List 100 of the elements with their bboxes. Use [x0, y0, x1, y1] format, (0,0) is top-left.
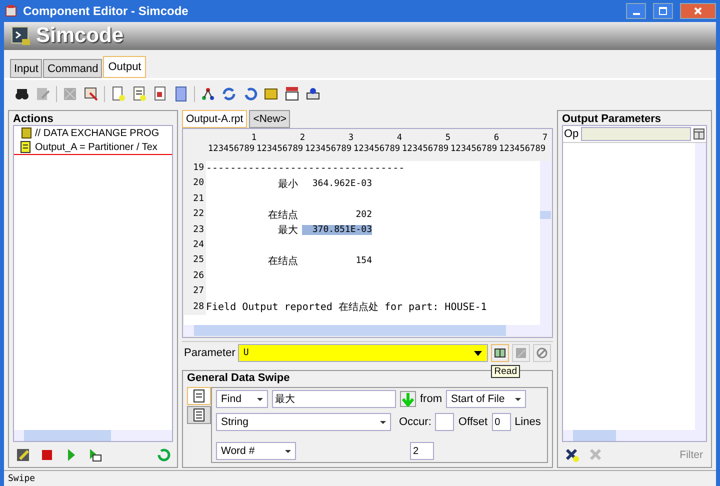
maximize-button[interactable]: [653, 3, 673, 19]
line-number: 25: [184, 253, 206, 269]
caret-icon: [515, 398, 521, 404]
vertical-scrollbar[interactable]: [695, 143, 706, 430]
vertical-scrollbar[interactable]: [540, 161, 551, 325]
report-value: 202: [354, 210, 372, 220]
from-dropdown[interactable]: Start of File: [446, 390, 526, 408]
java-icon[interactable]: [284, 86, 300, 102]
report-value: 364.962E-03: [311, 179, 372, 190]
ruler-number: 3: [347, 133, 354, 144]
ruler-digits: 123456789: [208, 144, 256, 155]
lines-label: Lines: [514, 416, 541, 428]
page-icon[interactable]: [152, 86, 168, 102]
line-number: 26: [184, 268, 206, 284]
step-icon[interactable]: [87, 447, 103, 463]
report-text: ---------------------------------: [206, 163, 405, 174]
header-title: Simcode: [36, 24, 124, 48]
file-tab[interactable]: Output-A.rpt: [182, 110, 248, 128]
report-label: 最小: [277, 178, 298, 192]
line-number: 23: [184, 222, 206, 238]
prohibited-icon: [536, 347, 548, 359]
terminal-icon: [10, 25, 32, 47]
ruler-digits: 123456789: [450, 144, 498, 155]
line-number: 27: [184, 284, 206, 300]
horizontal-scrollbar[interactable]: [184, 325, 551, 336]
report-text: Field Output reported 在结点处 for part: HOUSE-1: [206, 300, 487, 314]
book-icon: [494, 348, 506, 358]
ruler-number: 1: [250, 133, 256, 144]
pencil-icon[interactable]: [15, 447, 31, 463]
line-number: 22: [184, 207, 206, 223]
occur-label: Occur:: [399, 416, 432, 428]
minimize-icon: [632, 13, 640, 15]
undo-icon[interactable]: [155, 447, 171, 463]
tab[interactable]: Command: [43, 59, 102, 78]
note-icon[interactable]: [263, 86, 279, 102]
page-icon: [193, 389, 205, 403]
ruler-number: 7: [541, 133, 548, 144]
word-dropdown[interactable]: Word #: [216, 442, 296, 460]
pencil-icon: [515, 347, 527, 359]
refresh-icon[interactable]: [221, 86, 237, 102]
file-tab[interactable]: <New>: [249, 110, 290, 128]
ruler-number: 5: [444, 133, 450, 144]
column-header[interactable]: Op: [564, 128, 579, 140]
side-tab[interactable]: [187, 387, 211, 405]
page-icon[interactable]: [110, 86, 126, 102]
tab[interactable]: Input: [10, 59, 42, 78]
line-number: 19: [184, 161, 206, 176]
note-icon: [20, 127, 32, 139]
ruler-number: 6: [492, 133, 499, 144]
type-dropdown[interactable]: String: [216, 413, 391, 431]
ruler-digits: 123456789: [256, 144, 304, 155]
caret-icon: [380, 420, 386, 426]
list-icon: [20, 141, 32, 153]
tooltip: Read: [491, 365, 520, 378]
action-item[interactable]: Output_A = Partitioner / Tex: [14, 140, 172, 155]
page-icon[interactable]: [131, 86, 147, 102]
window-title: Component Editor - Simcode: [23, 4, 188, 18]
ruler-digits: 123456789: [354, 144, 402, 155]
occur-field[interactable]: [435, 413, 454, 431]
redo-icon[interactable]: [242, 86, 258, 102]
panel-title: Output Parameters: [562, 113, 662, 125]
offset-field[interactable]: 0: [492, 413, 511, 431]
report-value: 154: [354, 256, 372, 266]
tab[interactable]: Output: [103, 56, 146, 78]
word-number-field[interactable]: 2: [410, 442, 434, 460]
app-icon: [4, 4, 18, 18]
horizontal-scrollbar[interactable]: [14, 430, 172, 441]
add-parameter-icon[interactable]: [564, 447, 580, 463]
ruler-digits: 123456789: [402, 144, 450, 155]
cancel-button[interactable]: [533, 344, 551, 362]
side-tab[interactable]: [187, 406, 211, 424]
ruler-number: 2: [298, 133, 305, 144]
page-icon: [193, 408, 205, 422]
parameter-dropdown[interactable]: U: [238, 344, 488, 362]
columns-icon[interactable]: [693, 128, 705, 140]
edit-icon[interactable]: [35, 86, 51, 102]
caret-icon: [285, 450, 291, 456]
offset-label: Offset: [458, 416, 488, 428]
report-label: 在结点: [267, 254, 298, 268]
panel-title: Actions: [13, 113, 54, 125]
close-button[interactable]: [680, 3, 716, 19]
report-value: 370.851E-03: [302, 225, 372, 236]
down-arrow-icon[interactable]: [400, 391, 416, 407]
ruler-digits: 123456789: [499, 144, 547, 155]
tree-icon[interactable]: [200, 86, 216, 102]
line-number: 21: [184, 192, 206, 208]
action-item[interactable]: // DATA EXCHANGE PROG: [14, 126, 172, 140]
horizontal-scrollbar[interactable]: [563, 430, 706, 441]
caret-icon: [257, 398, 263, 404]
minimize-button[interactable]: [626, 3, 646, 19]
find-dropdown[interactable]: Find: [216, 390, 268, 408]
search-field[interactable]: 最大: [272, 390, 396, 408]
ruler-digits: 123456789: [305, 144, 353, 155]
line-number: 20: [184, 176, 206, 192]
report-label: 在结点: [267, 208, 298, 222]
read-button[interactable]: [491, 344, 509, 362]
status-text: Swipe: [8, 474, 36, 484]
stop-icon[interactable]: [39, 447, 55, 463]
dropdown-icon: [473, 350, 483, 356]
ruler-number: 4: [396, 133, 402, 144]
